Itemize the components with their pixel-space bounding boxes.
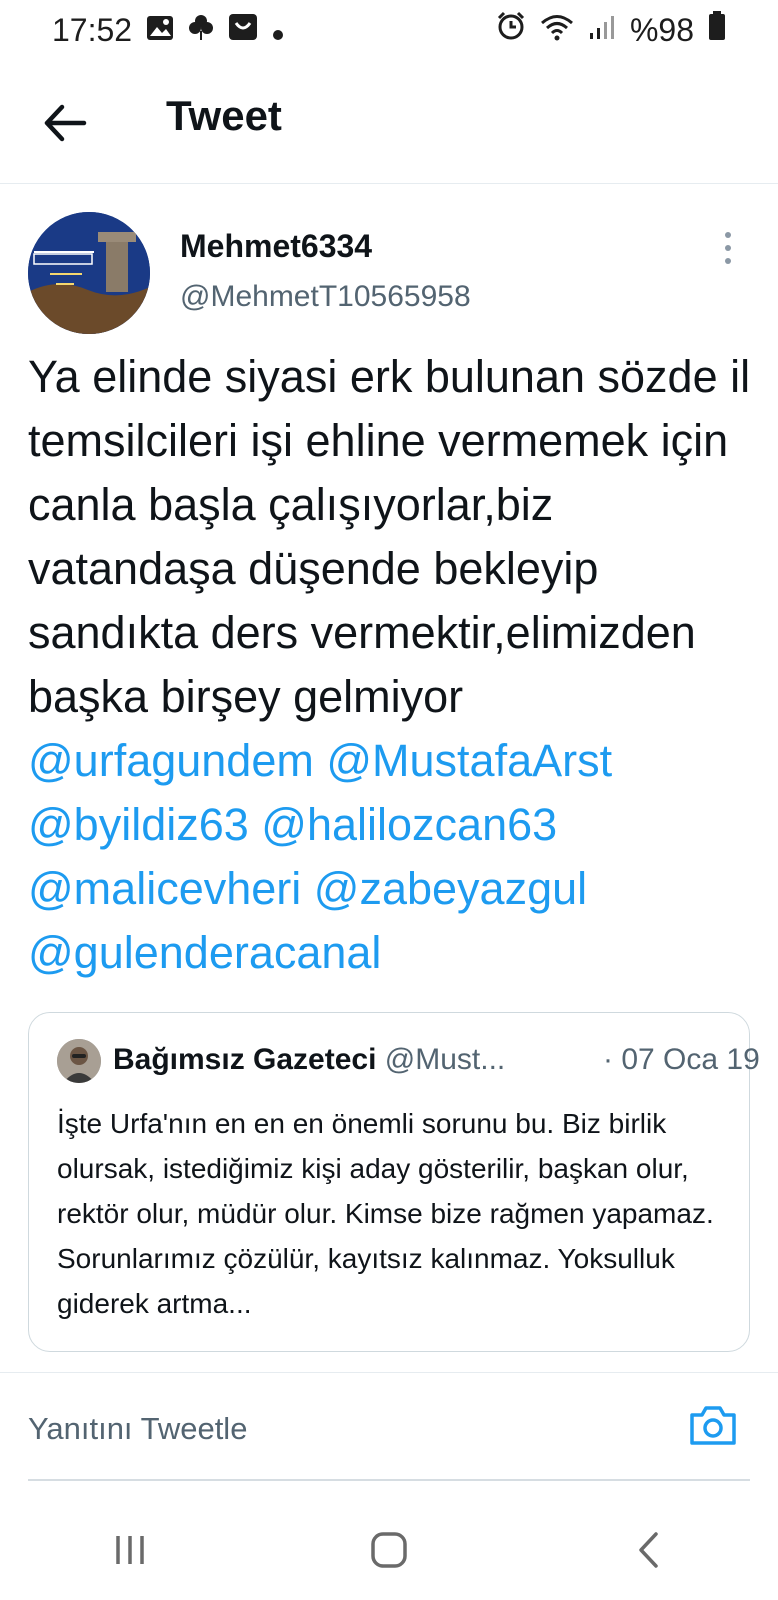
quote-author-name: Bağımsız Gazeteci <box>113 1043 377 1076</box>
more-options-button[interactable] <box>718 230 738 266</box>
mention-link[interactable]: @halilozcan63 <box>261 799 557 850</box>
chevron-left-icon <box>639 1532 659 1568</box>
reply-input[interactable]: Yanıtını Tweetle <box>28 1411 247 1447</box>
mention-link[interactable]: @gulenderacanal <box>28 927 381 978</box>
battery-icon <box>708 11 726 49</box>
reply-underline <box>28 1479 750 1481</box>
top-header: Tweet <box>0 80 778 184</box>
tweet-text: Ya elinde siyasi erk bulunan sözde il te… <box>28 345 753 985</box>
avatar-image <box>28 212 150 334</box>
system-nav-bar <box>0 1500 778 1600</box>
quoted-tweet[interactable]: Bağımsız Gazeteci @Must... · 07 Oca 19 İ… <box>28 1012 760 1352</box>
avatar[interactable] <box>28 212 150 334</box>
alarm-icon <box>496 11 526 49</box>
quote-header: Bağımsız Gazeteci @Must... · 07 Oca 19 <box>113 1043 760 1077</box>
mention-link[interactable]: @MustafaArst <box>326 735 612 786</box>
inbox-icon <box>228 12 258 49</box>
dot-icon <box>272 12 284 49</box>
display-name[interactable]: Mehmet6334 <box>180 228 372 265</box>
status-bar-left: 17:52 <box>52 12 284 49</box>
battery-percentage: %98 <box>629 11 694 48</box>
quote-author-handle: @Must... <box>384 1043 506 1076</box>
quote-text: İşte Urfa'nın en en en önemli sorunu bu.… <box>57 1108 714 1319</box>
camera-icon <box>690 1406 736 1445</box>
status-time: 17:52 <box>52 11 133 48</box>
system-back-button[interactable] <box>618 1520 678 1580</box>
status-bar: 17:52 %98 <box>0 0 778 60</box>
home-button[interactable] <box>359 1520 419 1580</box>
page-title: Tweet <box>166 92 282 139</box>
status-bar-right: %98 <box>496 11 726 49</box>
user-handle[interactable]: @MehmetT10565958 <box>180 280 471 314</box>
quote-avatar <box>57 1039 101 1083</box>
image-icon <box>146 12 174 49</box>
wifi-icon <box>540 12 574 49</box>
mention-link[interactable]: @malicevheri <box>28 863 301 914</box>
tweet-body: Ya elinde siyasi erk bulunan sözde il te… <box>28 351 751 722</box>
quote-date: · 07 Oca 19 <box>603 1043 760 1076</box>
recent-apps-button[interactable] <box>100 1520 160 1580</box>
recent-apps-icon <box>115 1536 144 1564</box>
back-button[interactable] <box>40 98 90 148</box>
signal-icon <box>588 12 616 49</box>
reply-bar: Yanıtını Tweetle <box>0 1372 778 1481</box>
mention-link[interactable]: @urfagundem <box>28 735 314 786</box>
home-icon <box>371 1532 407 1568</box>
arrow-left-icon <box>44 104 87 142</box>
mention-link[interactable]: @zabeyazgul <box>314 863 587 914</box>
more-vertical-icon <box>725 232 731 264</box>
flower-icon <box>188 12 214 49</box>
mention-link[interactable]: @byildiz63 <box>28 799 249 850</box>
camera-button[interactable] <box>688 1401 738 1449</box>
